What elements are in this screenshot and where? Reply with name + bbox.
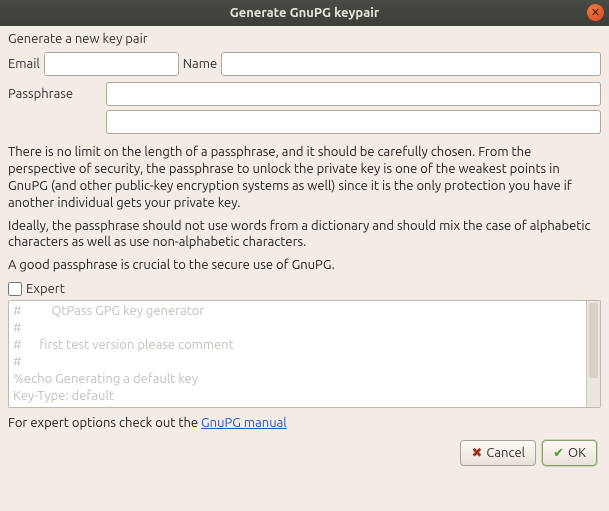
scroll-thumb[interactable]	[589, 303, 598, 378]
expert-row: Expert	[8, 282, 601, 296]
info-paragraph-1: There is no limit on the length of a pas…	[8, 144, 601, 212]
confirm-row	[8, 110, 601, 134]
expert-checkbox[interactable]	[8, 282, 22, 296]
expert-label: Expert	[26, 282, 65, 296]
email-name-row: Email Name	[8, 52, 601, 76]
expert-textarea[interactable]: # QtPass GPG key generator # # first tes…	[9, 301, 586, 407]
gnupg-manual-link[interactable]: GnuPG manual	[201, 416, 287, 430]
cancel-icon: ✖	[471, 446, 482, 461]
expert-textarea-wrap: # QtPass GPG key generator # # first tes…	[8, 300, 601, 408]
footer-prefix: For expert options check out the	[8, 416, 201, 430]
passphrase-field[interactable]	[106, 82, 601, 106]
scrollbar[interactable]	[586, 301, 600, 407]
cancel-button[interactable]: ✖ Cancel	[460, 440, 536, 466]
ok-label: OK	[568, 446, 586, 460]
info-paragraph-3: A good passphrase is crucial to the secu…	[8, 257, 601, 274]
button-row: ✖ Cancel ✔ OK	[8, 440, 601, 466]
titlebar: Generate GnuPG keypair ✕	[0, 0, 609, 26]
close-icon[interactable]: ✕	[587, 4, 604, 21]
window-title: Generate GnuPG keypair	[230, 6, 379, 20]
ok-button[interactable]: ✔ OK	[542, 440, 597, 466]
email-label: Email	[8, 57, 40, 71]
email-field[interactable]	[44, 52, 179, 76]
cancel-label: Cancel	[486, 446, 525, 460]
name-label: Name	[183, 57, 217, 71]
name-field[interactable]	[221, 52, 601, 76]
confirm-passphrase-field[interactable]	[106, 110, 601, 134]
passphrase-label: Passphrase	[8, 87, 100, 101]
info-paragraph-2: Ideally, the passphrase should not use w…	[8, 218, 601, 252]
passphrase-row: Passphrase	[8, 82, 601, 106]
dialog-content: Generate a new key pair Email Name Passp…	[0, 26, 609, 472]
ok-icon: ✔	[553, 446, 564, 461]
page-title: Generate a new key pair	[8, 32, 601, 46]
footer-text: For expert options check out the GnuPG m…	[8, 416, 601, 430]
spacer	[8, 110, 106, 134]
